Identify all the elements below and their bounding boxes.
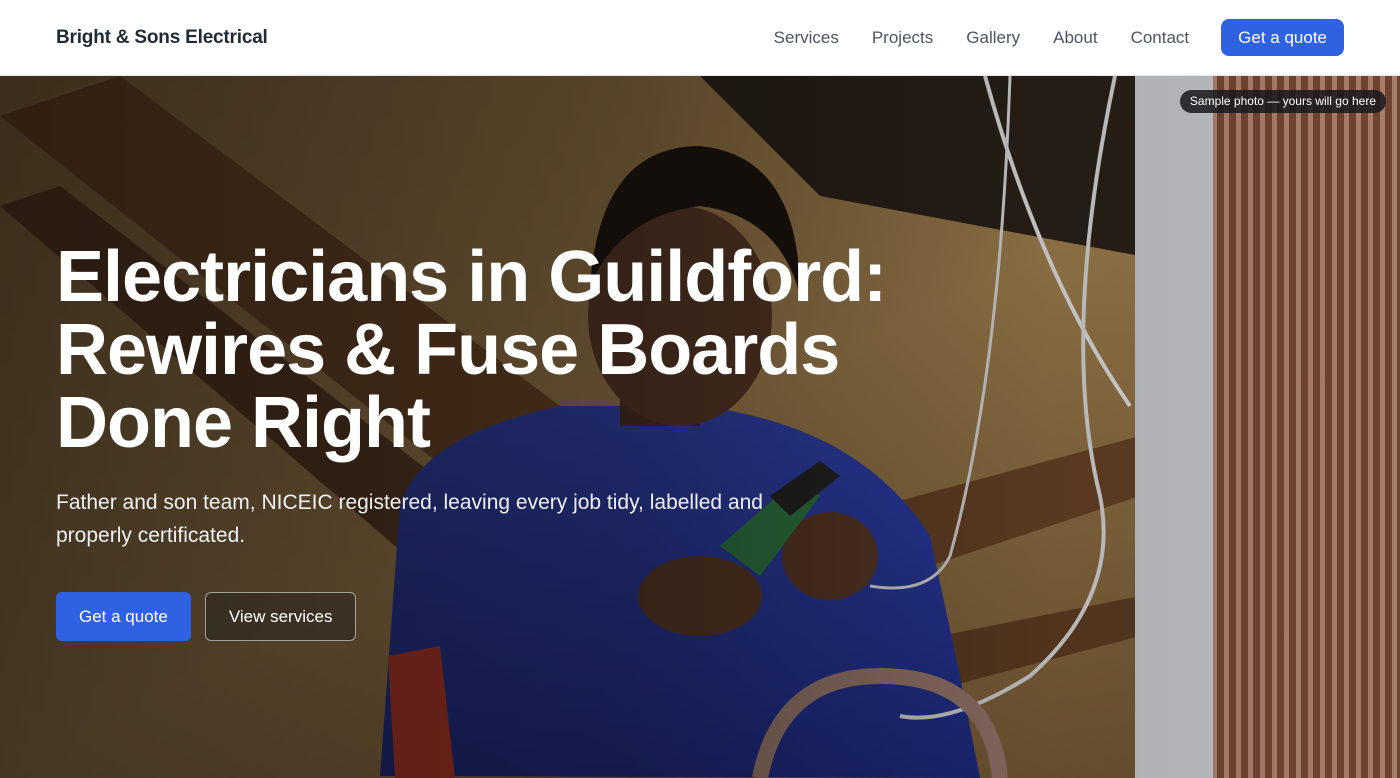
hero-subtitle: Father and son team, NICEIC registered, …	[56, 491, 763, 547]
hero-title-line: Electricians in Guildford:	[56, 237, 887, 317]
hero-content: Electricians in Guildford: Rewires & Fus…	[56, 241, 916, 641]
hero-title: Electricians in Guildford: Rewires & Fus…	[56, 241, 916, 460]
sample-photo-badge: Sample photo — yours will go here	[1179, 90, 1386, 113]
hero-title-line: Rewires & Fuse Boards	[56, 310, 840, 390]
view-services-button[interactable]: View services	[204, 592, 357, 641]
nav-link-services[interactable]: Services	[774, 28, 839, 48]
hero-title-line: Done Right	[56, 383, 431, 463]
hero-actions: Get a quote View services	[56, 592, 916, 641]
nav-link-contact[interactable]: Contact	[1131, 28, 1190, 48]
main-nav: Services Projects Gallery About Contact …	[741, 19, 1344, 56]
brand-logo-text[interactable]: Bright & Sons Electrical	[56, 27, 268, 49]
nav-link-gallery[interactable]: Gallery	[966, 28, 1020, 48]
hero-get-quote-button[interactable]: Get a quote	[56, 592, 191, 641]
site-header: Bright & Sons Electrical Services Projec…	[0, 0, 1400, 76]
hero-section: Sample photo — yours will go here Electr…	[0, 76, 1400, 778]
header-get-quote-button[interactable]: Get a quote	[1221, 19, 1344, 56]
nav-link-projects[interactable]: Projects	[872, 28, 933, 48]
nav-link-about[interactable]: About	[1053, 28, 1097, 48]
